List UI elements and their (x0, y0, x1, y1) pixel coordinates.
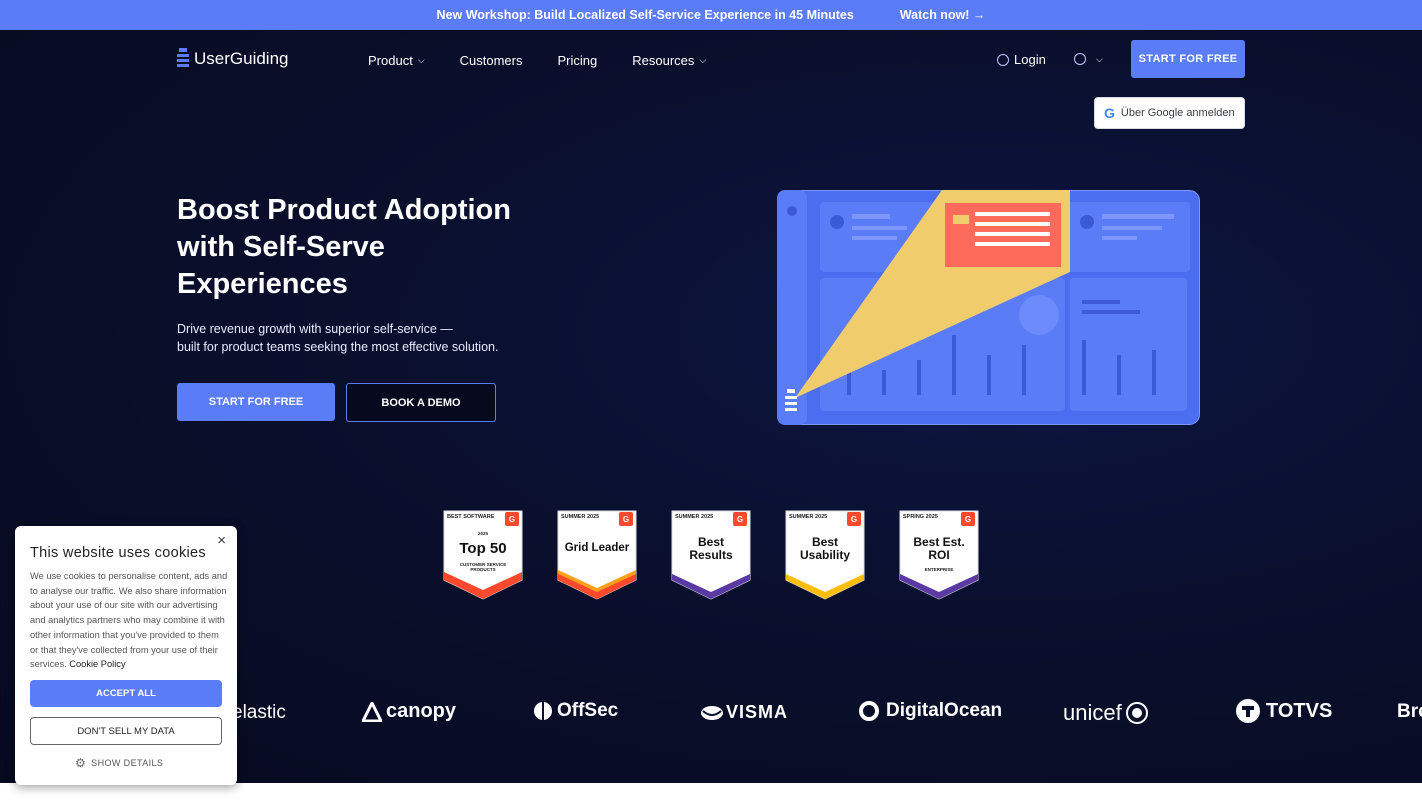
cookie-policy-link[interactable]: Cookie Policy (69, 659, 125, 669)
badge-subtitle: ENTERPRISE (924, 567, 954, 572)
visma-icon (701, 705, 723, 720)
badge-header: SUMMER 2025 (561, 514, 600, 520)
visma-logo: VISMA (700, 702, 788, 723)
nav-resources-label: Resources (632, 53, 695, 68)
badge-title: Best Results (689, 535, 733, 562)
nav-product[interactable]: Product ⌵ (368, 53, 425, 68)
g2-badge: SUMMER 2025 G Best Usability (785, 510, 865, 600)
hero-subtitle-line: built for product teams seeking the most… (177, 340, 499, 354)
product-illustration (777, 190, 1200, 425)
badge-year: 2025 (477, 531, 488, 536)
g2-icon: G (505, 512, 519, 526)
canopy-logo: canopy (362, 700, 456, 723)
badge-title: Top 50 (459, 540, 507, 557)
digitalocean-label: DigitalOcean (886, 700, 1003, 721)
gear-icon: ⚙ (75, 756, 87, 770)
nav-pricing-label: Pricing (557, 53, 598, 68)
login-label: Login (1014, 52, 1046, 67)
badge-header: SUMMER 2025 (789, 514, 828, 520)
chevron-down-icon: ⌵ (417, 55, 425, 65)
dont-sell-button[interactable]: DON'T SELL MY DATA (30, 717, 222, 745)
google-signin-button[interactable]: G Über Google anmelden (1094, 97, 1245, 129)
close-icon[interactable]: × (217, 532, 226, 549)
offsec-icon (534, 702, 552, 720)
digitalocean-icon (859, 701, 879, 721)
show-details-button[interactable]: ⚙ SHOW DETAILS (75, 756, 163, 770)
logo-text: UserGuiding (194, 49, 289, 68)
chevron-down-icon: ⌵ (699, 55, 707, 65)
g2-icon: G (961, 512, 975, 526)
hero-title: Boost Product Adoption with Self-Serve E… (177, 192, 537, 303)
unicef-logo: unicef (1063, 700, 1149, 726)
g2-badge: SPRING 2025 G Best Est. ROI ENTERPRISE (899, 510, 979, 600)
announcement-bar: New Workshop: Build Localized Self-Servi… (0, 0, 1422, 30)
google-icon: G (1104, 105, 1115, 121)
partial-logo: Bro (1397, 701, 1422, 722)
nav-product-label: Product (368, 53, 413, 68)
g2-badges: BEST SOFTWARE G 2025 Top 50 CUSTOMER SER… (443, 510, 1013, 600)
cookie-body: We use cookies to personalise content, a… (30, 569, 228, 672)
show-details-label: SHOW DETAILS (91, 758, 164, 768)
unicef-icon (1125, 702, 1148, 724)
nav-customers[interactable]: Customers (460, 53, 523, 68)
g2-icon: G (847, 512, 861, 526)
hero-title-line: Experiences (177, 268, 348, 300)
badge-header: BEST SOFTWARE (447, 514, 495, 520)
cookie-body-text: We use cookies to personalise content, a… (30, 571, 228, 670)
accept-all-button[interactable]: ACCEPT ALL (30, 680, 222, 707)
language-selector[interactable]: ⌵ (1074, 53, 1103, 65)
watch-now-link[interactable]: Watch now! → (900, 8, 986, 22)
hero-title-line: Boost Product Adoption (177, 194, 511, 226)
chevron-down-icon: ⌵ (1096, 53, 1103, 64)
badge-header: SUMMER 2025 (675, 514, 714, 520)
hero-title-line: with Self-Serve (177, 231, 385, 263)
userguiding-logo[interactable]: UserGuiding (177, 48, 289, 70)
google-signin-label: Über Google anmelden (1120, 107, 1235, 119)
book-demo-button[interactable]: BOOK A DEMO (346, 383, 496, 422)
totvs-icon (1236, 699, 1260, 723)
visma-label: VISMA (726, 702, 789, 722)
nav-resources[interactable]: Resources ⌵ (632, 53, 706, 68)
g2-icon: G (619, 512, 633, 526)
g2-badge: SUMMER 2025 G Grid Leader (557, 510, 637, 600)
badge-subtitle: CUSTOMER SERVICE PRODUCTS (459, 562, 507, 572)
logo-icon (177, 48, 189, 67)
g2-icon: G (733, 512, 747, 526)
totvs-label: TOTVS (1266, 699, 1333, 722)
start-free-button[interactable]: START FOR FREE (177, 383, 335, 421)
digitalocean-logo: DigitalOcean (858, 700, 1002, 722)
hero-subtitle-line: Drive revenue growth with superior self-… (177, 322, 453, 336)
totvs-logo: TOTVS (1235, 698, 1332, 724)
nav-pricing[interactable]: Pricing (558, 53, 598, 68)
announcement-text: New Workshop: Build Localized Self-Servi… (436, 8, 854, 22)
unicef-label: unicef (1063, 700, 1122, 725)
hero-subtitle: Drive revenue growth with superior self-… (177, 320, 517, 356)
offsec-logo: OffSec (533, 700, 618, 722)
g2-badge: SUMMER 2025 G Best Results (671, 510, 751, 600)
nav-customers-label: Customers (459, 53, 523, 68)
nav-start-free-button[interactable]: START FOR FREE (1131, 40, 1245, 78)
canopy-icon (362, 701, 382, 722)
cookie-title: This website uses cookies (30, 545, 206, 561)
main-nav: Product ⌵ Customers Pricing Resources ⌵ (368, 53, 741, 68)
offsec-label: OffSec (557, 700, 619, 721)
elastic-logo: elastic (232, 702, 286, 723)
user-icon (997, 53, 1009, 66)
badge-header: SPRING 2025 (903, 514, 938, 520)
g2-badge: BEST SOFTWARE G 2025 Top 50 CUSTOMER SER… (443, 510, 523, 600)
page-bottom (0, 783, 1422, 800)
badge-title: Grid Leader (564, 542, 630, 554)
badge-title: Best Est. ROI (913, 535, 965, 562)
badge-title: Best Usability (799, 535, 850, 562)
login-link[interactable]: Login (997, 52, 1046, 67)
globe-icon (1074, 53, 1086, 65)
canopy-label: canopy (386, 700, 457, 722)
cookie-banner: × This website uses cookies We use cooki… (15, 526, 237, 785)
